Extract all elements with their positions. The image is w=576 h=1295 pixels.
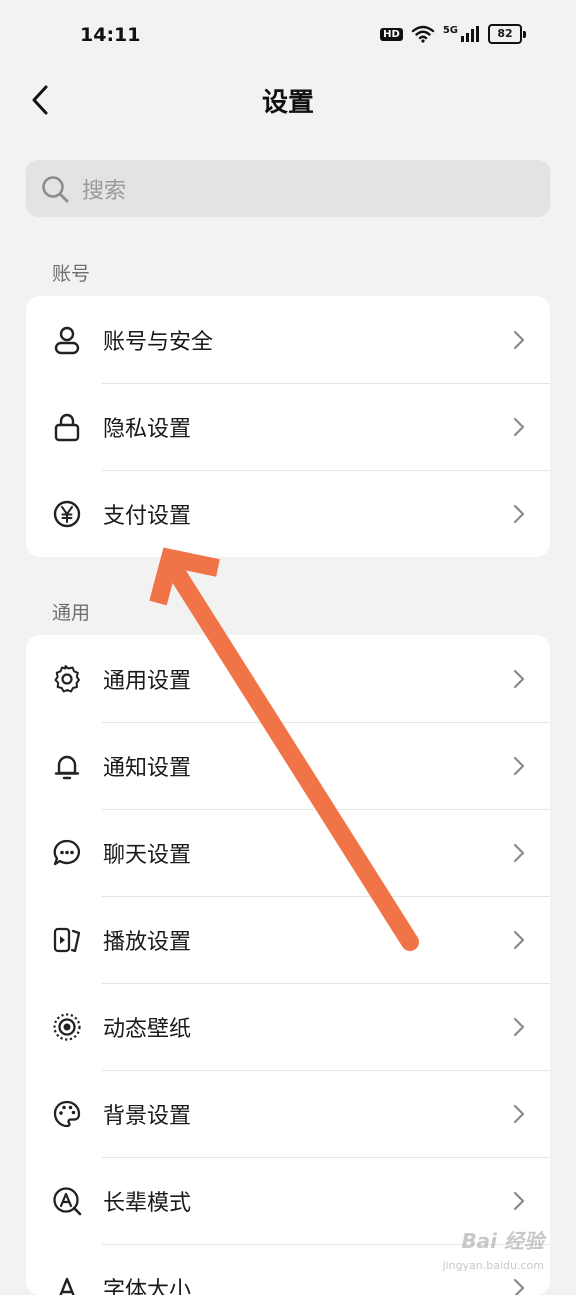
search-icon bbox=[40, 174, 70, 204]
menu-item-background[interactable]: 背景设置 bbox=[26, 1070, 550, 1157]
account-card: 账号与安全 隐私设置 支付设置 bbox=[26, 296, 550, 557]
elder-mode-icon bbox=[52, 1186, 82, 1216]
gear-icon bbox=[52, 664, 82, 694]
playback-icon bbox=[52, 925, 82, 955]
font-size-icon bbox=[52, 1273, 82, 1295]
menu-item-playback[interactable]: 播放设置 bbox=[26, 896, 550, 983]
chevron-right-icon bbox=[512, 755, 526, 777]
section-label-general: 通用 bbox=[52, 598, 90, 625]
battery-icon: 82 bbox=[488, 24, 526, 44]
chevron-right-icon bbox=[512, 1277, 526, 1295]
hd-badge: HD bbox=[380, 28, 403, 41]
menu-item-notifications[interactable]: 通知设置 bbox=[26, 722, 550, 809]
yen-icon bbox=[52, 499, 82, 529]
status-icons: HD 5G 82 bbox=[380, 24, 526, 44]
chevron-right-icon bbox=[512, 1190, 526, 1212]
watermark: Bai 经验 bbox=[461, 1225, 544, 1254]
search-placeholder: 搜索 bbox=[82, 173, 126, 205]
status-time: 14:11 bbox=[80, 24, 140, 46]
menu-item-label: 动态壁纸 bbox=[103, 1011, 191, 1043]
menu-item-label: 通知设置 bbox=[103, 750, 191, 782]
status-bar: 14:11 HD 5G 82 bbox=[0, 0, 576, 72]
chat-bubble-icon bbox=[52, 838, 82, 868]
chevron-right-icon bbox=[512, 416, 526, 438]
palette-icon bbox=[52, 1099, 82, 1129]
menu-item-chat[interactable]: 聊天设置 bbox=[26, 809, 550, 896]
network-label: 5G bbox=[443, 25, 458, 36]
menu-item-general-settings[interactable]: 通用设置 bbox=[26, 635, 550, 722]
signal-icon bbox=[460, 25, 480, 43]
menu-item-label: 长辈模式 bbox=[103, 1185, 191, 1217]
menu-item-label: 隐私设置 bbox=[103, 411, 191, 443]
chevron-right-icon bbox=[512, 1103, 526, 1125]
bell-icon bbox=[52, 751, 82, 781]
menu-item-label: 账号与安全 bbox=[103, 324, 213, 356]
battery-level: 82 bbox=[488, 24, 522, 44]
menu-item-account-security[interactable]: 账号与安全 bbox=[26, 296, 550, 383]
wifi-icon bbox=[411, 25, 435, 43]
chevron-right-icon bbox=[512, 503, 526, 525]
menu-item-payment[interactable]: 支付设置 bbox=[26, 470, 550, 557]
person-icon bbox=[52, 325, 82, 355]
menu-item-label: 通用设置 bbox=[103, 663, 191, 695]
menu-item-label: 播放设置 bbox=[103, 924, 191, 956]
chevron-right-icon bbox=[512, 929, 526, 951]
search-input[interactable]: 搜索 bbox=[26, 160, 550, 217]
general-card: 通用设置 通知设置 聊天设置 播放设置 动态壁 bbox=[26, 635, 550, 1295]
lock-icon bbox=[52, 412, 82, 442]
chevron-right-icon bbox=[512, 668, 526, 690]
chevron-right-icon bbox=[512, 1016, 526, 1038]
menu-item-label: 支付设置 bbox=[103, 498, 191, 530]
menu-item-label: 字体大小 bbox=[103, 1272, 191, 1295]
live-wallpaper-icon bbox=[52, 1012, 82, 1042]
page-title: 设置 bbox=[0, 82, 576, 119]
nav-bar: 设置 bbox=[0, 72, 576, 128]
menu-item-label: 聊天设置 bbox=[103, 837, 191, 869]
chevron-right-icon bbox=[512, 842, 526, 864]
chevron-right-icon bbox=[512, 329, 526, 351]
menu-item-label: 背景设置 bbox=[103, 1098, 191, 1130]
watermark-url: jingyan.baidu.com bbox=[442, 1259, 544, 1272]
section-label-account: 账号 bbox=[52, 259, 90, 286]
menu-item-live-wallpaper[interactable]: 动态壁纸 bbox=[26, 983, 550, 1070]
menu-item-privacy[interactable]: 隐私设置 bbox=[26, 383, 550, 470]
